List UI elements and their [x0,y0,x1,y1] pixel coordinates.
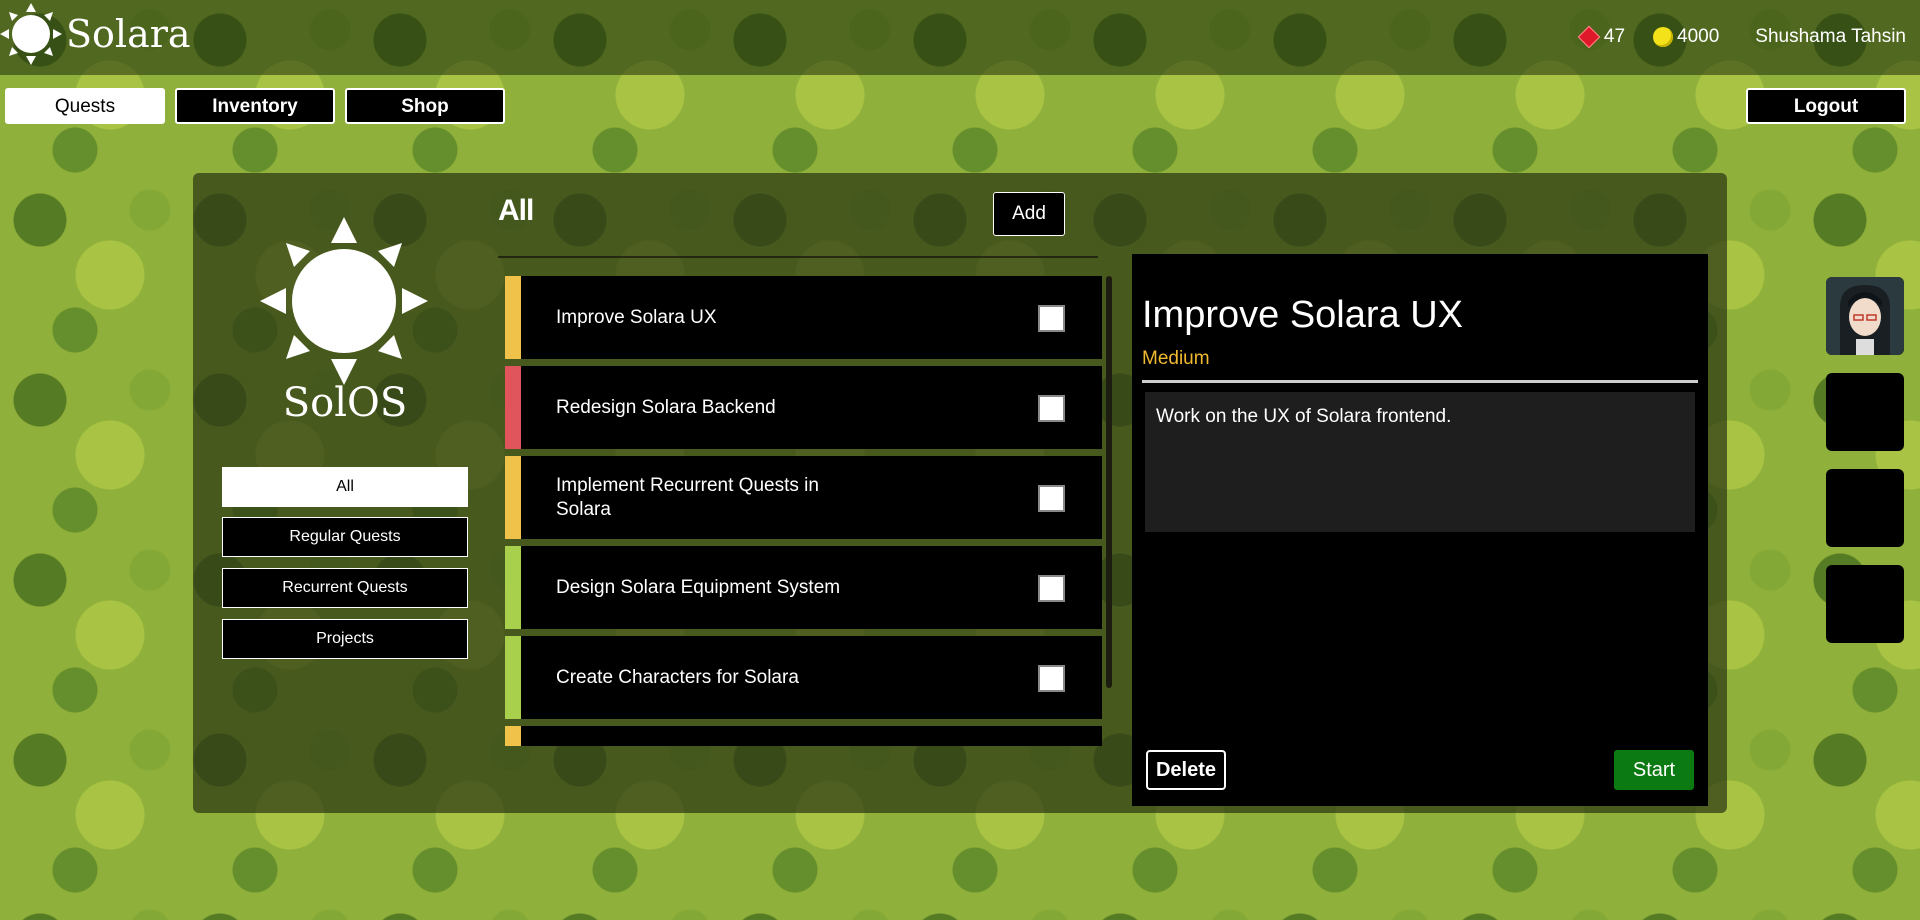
difficulty-bar [505,456,521,539]
tab-shop[interactable]: Shop [345,88,505,124]
character-avatar-icon [1826,277,1904,355]
quest-detail-title: Improve Solara UX [1142,294,1464,336]
quest-description[interactable]: Work on the UX of Solara frontend. [1145,392,1695,532]
delete-button[interactable]: Delete [1146,750,1226,790]
divider [498,256,1098,258]
quest-item[interactable] [505,726,1102,746]
party-slot-empty[interactable] [1826,565,1904,643]
filter-projects[interactable]: Projects [222,619,468,659]
quest-item[interactable]: Redesign Solara Backend [505,366,1102,449]
top-bar: Solara 47 4000 Shushama Tahsin [0,0,1920,75]
quest-list[interactable]: Improve Solara UX Redesign Solara Backen… [505,276,1102,746]
coin-count: 4000 [1677,26,1720,47]
tab-inventory[interactable]: Inventory [175,88,335,124]
quest-list-title: All [498,194,534,227]
quest-checkbox[interactable] [1038,575,1065,602]
party-slot-empty[interactable] [1826,469,1904,547]
quest-difficulty: Medium [1142,348,1210,369]
quest-name: Redesign Solara Backend [556,396,776,418]
coin-icon [1653,27,1674,47]
quest-name: Improve Solara UX [556,306,717,328]
difficulty-bar [505,636,521,719]
filter-recurrent-quests[interactable]: Recurrent Quests [222,568,468,608]
quest-item[interactable]: Design Solara Equipment System [505,546,1102,629]
filter-all[interactable]: All [222,467,468,507]
add-quest-button[interactable]: Add [993,192,1065,236]
quest-checkbox[interactable] [1038,395,1065,422]
gem-counter: 47 [1577,25,1626,49]
app-name: Solara [66,12,191,56]
tab-quests[interactable]: Quests [5,88,165,124]
party-slot-avatar[interactable] [1826,277,1904,355]
sun-icon [0,3,62,65]
filter-regular-quests[interactable]: Regular Quests [222,517,468,557]
quest-name: Create Characters for Solara [556,666,799,688]
quest-name [556,726,876,746]
quest-checkbox[interactable] [1038,665,1065,692]
quest-checkbox[interactable] [1038,485,1065,512]
divider [1142,380,1698,383]
solos-title: SolOS [282,380,408,426]
quest-item[interactable]: Improve Solara UX [505,276,1102,359]
quest-item[interactable]: Implement Recurrent Quests in Solara [505,456,1102,539]
solos-sun-icon [260,217,428,385]
quest-detail-panel: Improve Solara UX Medium Work on the UX … [1132,254,1708,806]
difficulty-bar [505,366,521,449]
quest-name: Design Solara Equipment System [556,576,841,598]
quest-item[interactable]: Create Characters for Solara [505,636,1102,719]
logout-button[interactable]: Logout [1746,88,1906,124]
gem-count: 47 [1603,26,1626,47]
gem-icon [1577,25,1601,49]
party-slot-empty[interactable] [1826,373,1904,451]
start-button[interactable]: Start [1614,750,1694,790]
app-logo[interactable]: Solara [0,3,191,65]
header-stats: 47 4000 Shushama Tahsin [1553,25,1906,49]
coin-counter: 4000 [1653,26,1719,48]
quest-list-scrollbar[interactable] [1106,276,1112,688]
difficulty-bar [505,726,521,746]
difficulty-bar [505,276,521,359]
quest-checkbox[interactable] [1038,305,1065,332]
quest-name: Implement Recurrent Quests in Solara [556,474,819,520]
username[interactable]: Shushama Tahsin [1755,26,1906,48]
difficulty-bar [505,546,521,629]
